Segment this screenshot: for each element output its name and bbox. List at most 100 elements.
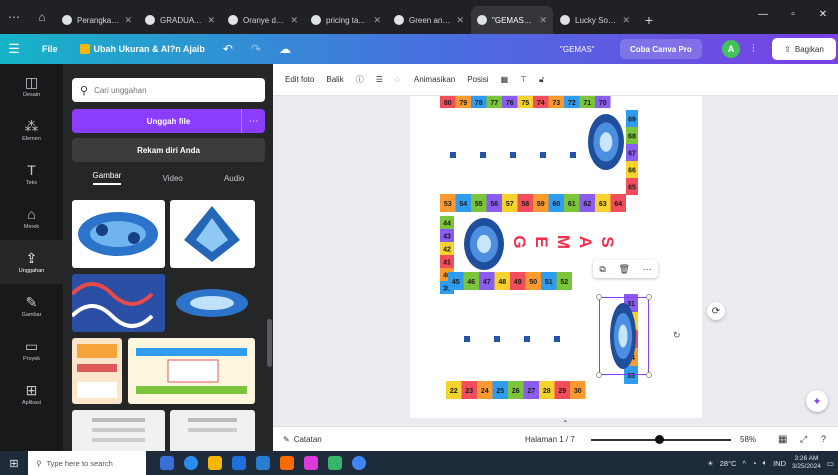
tab-menu-icon[interactable]: ⋯	[0, 0, 28, 34]
record-yourself-button[interactable]: Rekam diri Anda	[72, 138, 265, 162]
close-tab-icon[interactable]: ✕	[373, 15, 381, 26]
browser-tab[interactable]: Perangkat... ✕	[56, 6, 138, 34]
rail-item-desain[interactable]: ◫ Desain	[0, 64, 63, 108]
edge-icon[interactable]	[184, 456, 198, 470]
file-explorer-icon[interactable]	[208, 456, 222, 470]
panel-scrollbar[interactable]	[267, 319, 272, 367]
resize-handle[interactable]	[646, 294, 652, 300]
rail-item-elemen[interactable]: ⁂ Elemen	[0, 108, 63, 152]
word-icon[interactable]	[256, 456, 270, 470]
file-menu[interactable]: File	[42, 44, 58, 54]
position-button[interactable]: Posisi	[467, 75, 488, 84]
selected-element[interactable]	[596, 294, 652, 378]
resize-handle[interactable]	[596, 294, 602, 300]
upload-thumb-batik-2[interactable]	[170, 200, 255, 268]
close-tab-icon[interactable]: ✕	[290, 15, 298, 26]
minimize-icon[interactable]: —	[748, 0, 778, 28]
rail-item-aplikasi[interactable]: ⊞ Aplikasi	[0, 372, 63, 416]
excel-icon[interactable]	[328, 456, 342, 470]
language-indicator[interactable]: IND	[773, 459, 786, 468]
share-button[interactable]: ⇪ Bagikan	[772, 38, 836, 60]
rail-item-proyek[interactable]: ▭ Proyek	[0, 328, 63, 372]
windows-start-icon[interactable]: ⊞	[0, 457, 28, 470]
upload-thumb-poster[interactable]	[72, 338, 122, 404]
network-icon[interactable]: ◔	[752, 459, 757, 468]
taskbar-search[interactable]: ⚲ Type here to search	[28, 451, 146, 475]
lock-icon[interactable]: 🔓︎	[539, 75, 544, 85]
tray-chevron-icon[interactable]: ^	[743, 459, 747, 468]
cloud-save-icon[interactable]: ☁	[279, 42, 291, 56]
magic-assistant-icon[interactable]: ✦	[806, 390, 828, 412]
resize-handle[interactable]	[596, 372, 602, 378]
new-tab-button[interactable]: +	[637, 6, 661, 34]
store-icon[interactable]	[232, 456, 246, 470]
rail-item-merek[interactable]: ⌂ Merek	[0, 196, 63, 240]
more-options-icon[interactable]: ⋯	[241, 109, 265, 133]
design-page[interactable]: 80 79 78 77 76 75 74 73 72 71 70 69 68 67 66 65 53 54 55 56…	[410, 96, 702, 418]
lines-icon[interactable]: ☰	[376, 75, 383, 84]
rotate-handle-icon[interactable]: ↻	[673, 330, 681, 341]
resize-handle[interactable]	[646, 372, 652, 378]
search-field[interactable]: ⚲	[72, 78, 265, 102]
insights-icon[interactable]: ⫶	[752, 43, 755, 56]
avatar[interactable]: A	[722, 40, 740, 58]
clock[interactable]: 3:26 AM 3/25/2024	[792, 455, 821, 471]
document-title[interactable]: "GEMAS"	[560, 45, 595, 54]
upload-thumb-batik-1[interactable]	[72, 200, 165, 268]
undo-icon[interactable]: ↶	[223, 42, 233, 56]
tab-images[interactable]: Gambar	[92, 171, 122, 185]
upload-thumb-batik-3[interactable]	[72, 274, 165, 332]
search-input[interactable]	[94, 85, 245, 95]
fullscreen-icon[interactable]: ⤢	[800, 434, 807, 445]
browser-tab[interactable]: "GEMAS" -... ✕	[471, 6, 553, 34]
taskview-icon[interactable]	[160, 456, 174, 470]
browser-tab[interactable]: GRADUAT... ✕	[139, 6, 221, 34]
redo-icon[interactable]: ↷	[251, 42, 261, 56]
close-tab-icon[interactable]: ✕	[539, 15, 547, 26]
help-icon[interactable]: ?	[821, 434, 826, 444]
tab-audio[interactable]: Audio	[224, 174, 244, 183]
duplicate-icon[interactable]: ⧉	[599, 264, 605, 275]
info-icon[interactable]: ⓘ	[356, 74, 364, 85]
rail-item-teks[interactable]: T Teks	[0, 152, 63, 196]
resize-button[interactable]: Ubah Ukuran & AI?n Ajaib	[79, 44, 205, 54]
tab-video[interactable]: Video	[163, 174, 183, 183]
weather-temp[interactable]: 28°C	[720, 459, 737, 468]
close-tab-icon[interactable]: ✕	[207, 15, 215, 26]
more-icon[interactable]: ⋯	[643, 264, 652, 275]
upload-thumb-game-board[interactable]	[128, 338, 255, 404]
close-tab-icon[interactable]: ✕	[124, 15, 132, 26]
upload-thumb-batik-4[interactable]	[170, 274, 255, 332]
browser-tab[interactable]: Green and... ✕	[388, 6, 470, 34]
vlc-icon[interactable]	[280, 456, 294, 470]
maximize-icon[interactable]: ▫	[778, 0, 808, 28]
edit-photo-button[interactable]: Edit foto	[285, 75, 314, 84]
browser-tab[interactable]: Oranye da... ✕	[222, 6, 304, 34]
animate-button[interactable]: ◌ Animasikan	[395, 75, 455, 84]
chrome-icon[interactable]	[352, 456, 366, 470]
volume-icon[interactable]: 🔈︎	[763, 458, 768, 468]
paint-format-icon[interactable]: ⊤	[520, 75, 527, 84]
zoom-slider[interactable]	[591, 435, 731, 444]
close-tab-icon[interactable]: ✕	[456, 15, 464, 26]
browser-tab[interactable]: pricing ta... ✕	[305, 6, 387, 34]
app-icon[interactable]	[304, 456, 318, 470]
notes-button[interactable]: ✎ Catatan	[283, 435, 322, 444]
try-pro-button[interactable]: Coba Canva Pro	[620, 39, 702, 59]
upload-file-button[interactable]: Unggah file	[72, 109, 265, 133]
rail-item-gambar[interactable]: ✎ Gambar	[0, 284, 63, 328]
browser-tab[interactable]: Lucky Son... ✕	[554, 6, 636, 34]
page-indicator[interactable]: Halaman 1 / 7	[525, 435, 575, 444]
zoom-slider-knob[interactable]	[655, 435, 664, 444]
transparency-icon[interactable]: ▦	[501, 75, 509, 84]
notifications-icon[interactable]: ▭	[827, 459, 834, 468]
delete-icon[interactable]: 🗑︎	[618, 264, 629, 275]
upload-thumb-doc-2[interactable]	[170, 410, 255, 451]
hamburger-menu-icon[interactable]: ☰	[0, 41, 28, 57]
home-icon[interactable]: ⌂	[28, 0, 56, 34]
refresh-icon[interactable]: ⟳	[707, 302, 725, 320]
weather-icon[interactable]: ☀	[707, 459, 714, 468]
grid-view-icon[interactable]: ▦	[778, 434, 787, 445]
zoom-level[interactable]: 58%	[740, 435, 756, 444]
flip-button[interactable]: Balik	[326, 75, 343, 84]
